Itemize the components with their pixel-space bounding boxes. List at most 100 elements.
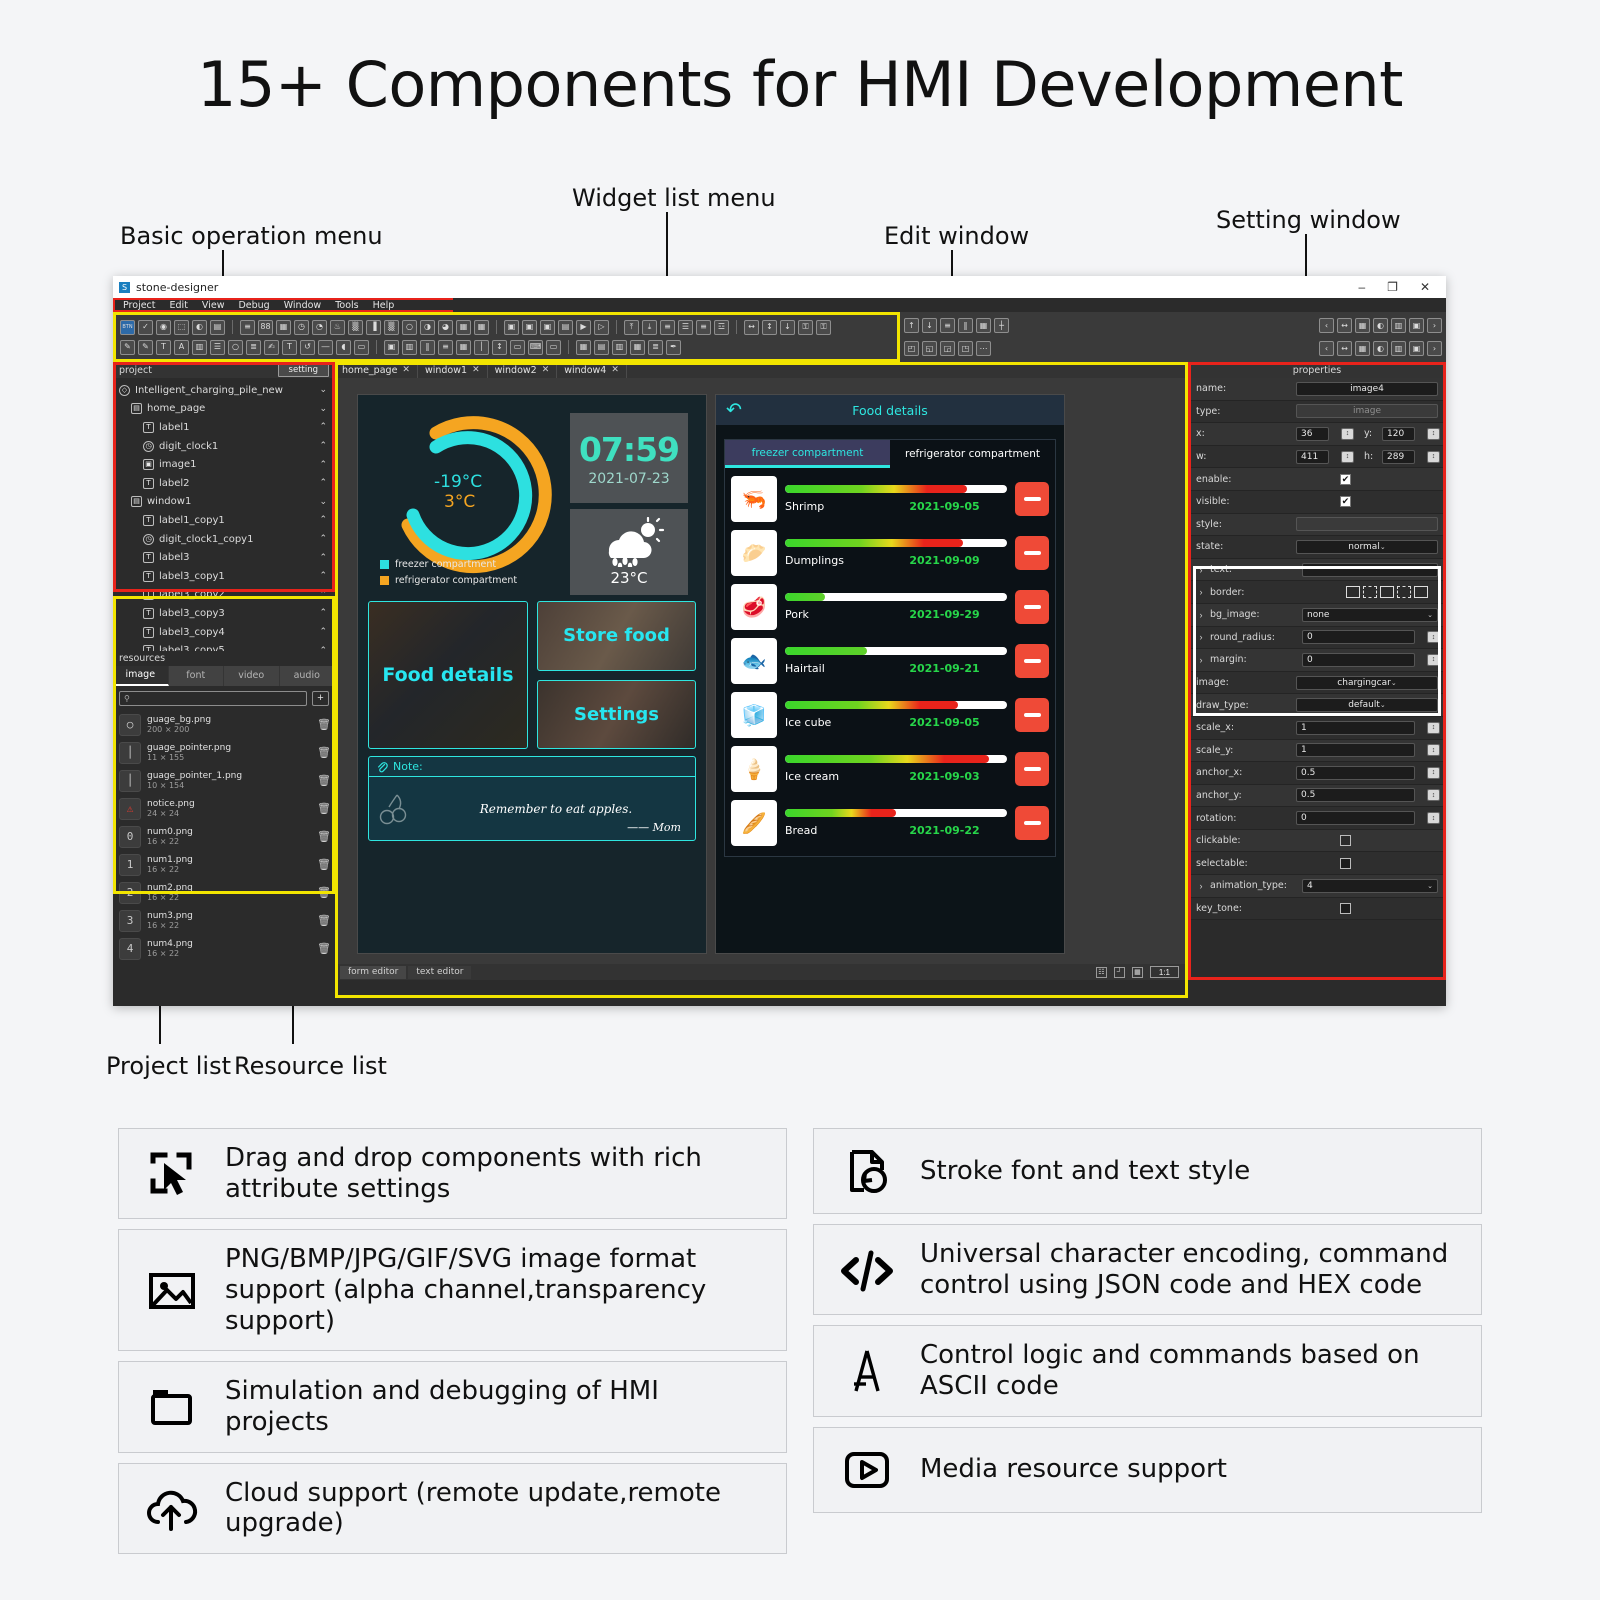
pie-chart-icon[interactable]: ◕	[438, 319, 453, 335]
hmi-food-details-screen[interactable]: ↶ Food details freezer compartment refri…	[715, 394, 1065, 954]
menu-bar[interactable]: Project Edit View Debug Window Tools Hel…	[113, 298, 453, 312]
barcode-icon[interactable]: ▐	[366, 319, 381, 335]
tile-store-food[interactable]: Store food	[537, 601, 696, 671]
weather-widget[interactable]: 23°C	[570, 509, 688, 595]
align-left-icon[interactable]: ≡	[660, 319, 675, 335]
chevron-icon[interactable]: ⌃	[319, 515, 327, 525]
align-middle-icon[interactable]: ⤓	[642, 319, 657, 335]
property-value[interactable]	[1302, 562, 1438, 577]
thermometer-icon[interactable]: ♨	[330, 319, 345, 335]
tree-item-intelligent_charging_pile_new[interactable]: ◇ Intelligent_charging_pile_new ⌄	[113, 381, 335, 400]
delete-icon[interactable]: 🗑	[317, 830, 331, 843]
align-grid-icon[interactable]: ▦	[976, 318, 991, 333]
text-label-icon[interactable]: T	[282, 339, 297, 355]
align-text-bottom-icon[interactable]: ↓	[922, 318, 937, 333]
property-row-scale_y[interactable]: scale_y: 1 ↕	[1188, 739, 1446, 763]
text-box-icon[interactable]: T	[156, 339, 171, 355]
text-frame-icon[interactable]: A	[174, 339, 189, 355]
stepper-icon[interactable]: ↕	[1427, 766, 1440, 779]
lock-icon[interactable]: ⚿	[798, 319, 813, 335]
check-box-icon[interactable]: ✓	[138, 319, 153, 335]
list-items-icon[interactable]: ≣	[246, 339, 261, 355]
property-value[interactable]: chargingcar ⌄	[1296, 675, 1438, 690]
stepper-icon[interactable]: ↕	[1427, 812, 1440, 825]
remove-icon[interactable]	[1015, 644, 1049, 678]
food-row[interactable]: 🐟 Hairtail 2021-09-21	[731, 634, 1049, 688]
close-icon[interactable]: ✕	[472, 365, 480, 375]
remove-icon[interactable]	[1015, 536, 1049, 570]
align-text-top-icon[interactable]: ↑	[904, 318, 919, 333]
rich-edit-icon[interactable]: ✍	[264, 339, 279, 355]
resource-item[interactable]: ○ guage_bg.png 200 × 200 🗑	[113, 711, 335, 739]
delete-icon[interactable]: 🗑	[317, 914, 331, 927]
property-row-name[interactable]: name: image4	[1188, 378, 1446, 401]
split-pane-icon[interactable]: ▥	[402, 339, 417, 355]
remove-icon[interactable]	[1015, 698, 1049, 732]
expand-chevron-icon[interactable]: ›	[1196, 587, 1206, 597]
tree-item-window1[interactable]: ▤ window1 ⌄	[113, 493, 335, 512]
more-icon[interactable]: ⋯	[976, 341, 991, 356]
delete-icon[interactable]: 🗑	[317, 746, 331, 759]
resource-add-button[interactable]: +	[312, 690, 329, 706]
image-swap-icon[interactable]: ▣	[540, 319, 555, 335]
bar-chart-icon[interactable]: ▒	[384, 319, 399, 335]
property-row-scale_x[interactable]: scale_x: 1 ↕	[1188, 716, 1446, 740]
table-icon[interactable]: ▦	[456, 319, 471, 335]
chevron-icon[interactable]: ⌃	[319, 478, 327, 488]
property-row-type[interactable]: type: image	[1188, 400, 1446, 424]
border-option-1[interactable]	[1346, 586, 1360, 599]
toolbar-row-align-2[interactable]: ◰ ◱ ◲ ◳ ⋯ ‹ ↔ ▦ ◐ ▥ ▣ ›	[904, 339, 1442, 359]
property-row-anchor_x[interactable]: anchor_x: 0.5 ↕	[1188, 762, 1446, 785]
status-tab-text-editor[interactable]: text editor	[408, 965, 472, 979]
border-option-4[interactable]	[1397, 586, 1411, 599]
tree-item-label2[interactable]: Tlabel2 ⌃	[113, 474, 335, 493]
resource-search-input[interactable]: ⚲	[119, 690, 307, 706]
chevron-icon[interactable]: ⌄	[319, 385, 327, 395]
video-icon[interactable]: ▷	[594, 319, 609, 335]
tab-view-icon[interactable]: ▤	[210, 319, 225, 335]
project-tree[interactable]: ◇ Intelligent_charging_pile_new ⌄ ▤ home_pag…	[113, 378, 335, 651]
property-row-bg_image[interactable]: › bg_image: none ⌄	[1188, 603, 1446, 627]
capsule-icon[interactable]: ▭	[354, 339, 369, 355]
stepper-icon[interactable]: ↕	[1341, 427, 1354, 440]
resource-item[interactable]: 3 num3.png 16 × 22 🗑	[113, 907, 335, 935]
status-tab-form-editor[interactable]: form editor	[340, 965, 407, 979]
brush-icon[interactable]: ✒	[666, 339, 681, 355]
toolbar-row-widgets-2[interactable]: ✎ ✎ T A ▥ ☰ ○ ≣ ✍ T ↺ ― ◖ ▭ ▣ ▥ ‖ ≡ ▦ │ ↕ ▭ ⌨ ▭ ▦ ▤ ▥ ▦ ≣ ✒	[120, 337, 893, 357]
resource-tab-audio[interactable]: audio	[280, 665, 335, 686]
chevron-icon[interactable]: ⌃	[319, 422, 327, 432]
stepper-icon[interactable]: ↕	[1427, 789, 1440, 802]
tree-item-label3_copy4[interactable]: Tlabel3_copy4 ⌃	[113, 623, 335, 642]
food-row[interactable]: 🍦 Ice cream 2021-09-03	[731, 742, 1049, 796]
ellipse-icon[interactable]: ○	[228, 339, 243, 355]
table-view-icon[interactable]: ▦	[576, 339, 591, 355]
checkbox[interactable]	[1340, 835, 1351, 847]
food-details-tabs[interactable]: freezer compartment refrigerator compart…	[725, 440, 1055, 468]
border-option-3[interactable]	[1380, 586, 1394, 599]
zoom-level[interactable]: 1:1	[1149, 966, 1179, 978]
panel-icon[interactable]: ▥	[192, 339, 207, 355]
chevron-icon[interactable]: ⌃	[319, 460, 327, 470]
chevron-left-icon[interactable]: ‹	[1319, 318, 1334, 333]
arc-icon[interactable]: ◖	[336, 339, 351, 355]
property-value[interactable]: image4	[1296, 381, 1438, 396]
resource-item[interactable]: 2 num2.png 16 × 22 🗑	[113, 879, 335, 907]
checkbox[interactable]: ✔	[1340, 496, 1351, 508]
gif-icon[interactable]: ▶	[576, 319, 591, 335]
canvas-area[interactable]: -19°C 3°C freezer compartment refrigerat…	[335, 378, 1188, 964]
corner-icon[interactable]: ┘	[1113, 966, 1125, 978]
checkbox[interactable]: ✔	[1340, 473, 1351, 485]
slider-icon[interactable]: ≡	[240, 319, 255, 335]
chevron-icon[interactable]: ⌃	[319, 571, 327, 581]
bring-front-icon[interactable]: ◲	[940, 341, 955, 356]
property-row-anchor_y[interactable]: anchor_y: 0.5 ↕	[1188, 784, 1446, 808]
stepper-icon[interactable]: ↕	[1427, 721, 1440, 734]
property-value[interactable]: normal ⌄	[1296, 539, 1438, 554]
property-value[interactable]: none ⌄	[1302, 607, 1438, 622]
menu-item-debug[interactable]: Debug	[238, 300, 269, 311]
toolbar-row-align-1[interactable]: ↑ ↓ ≡ ‖ ▦ ┼ ‹ ↔ ▦ ◐ ▥ ▣ ›	[904, 316, 1442, 336]
align-rows-icon[interactable]: ≡	[940, 318, 955, 333]
tab-freezer-compartment[interactable]: freezer compartment	[725, 440, 890, 468]
tab-refrigerator-compartment[interactable]: refrigerator compartment	[890, 440, 1055, 468]
properties-list[interactable]: name: image4 type: image x: 36 ↕ y: 120 ↕ w: 411 ↕ h:…	[1188, 378, 1446, 980]
